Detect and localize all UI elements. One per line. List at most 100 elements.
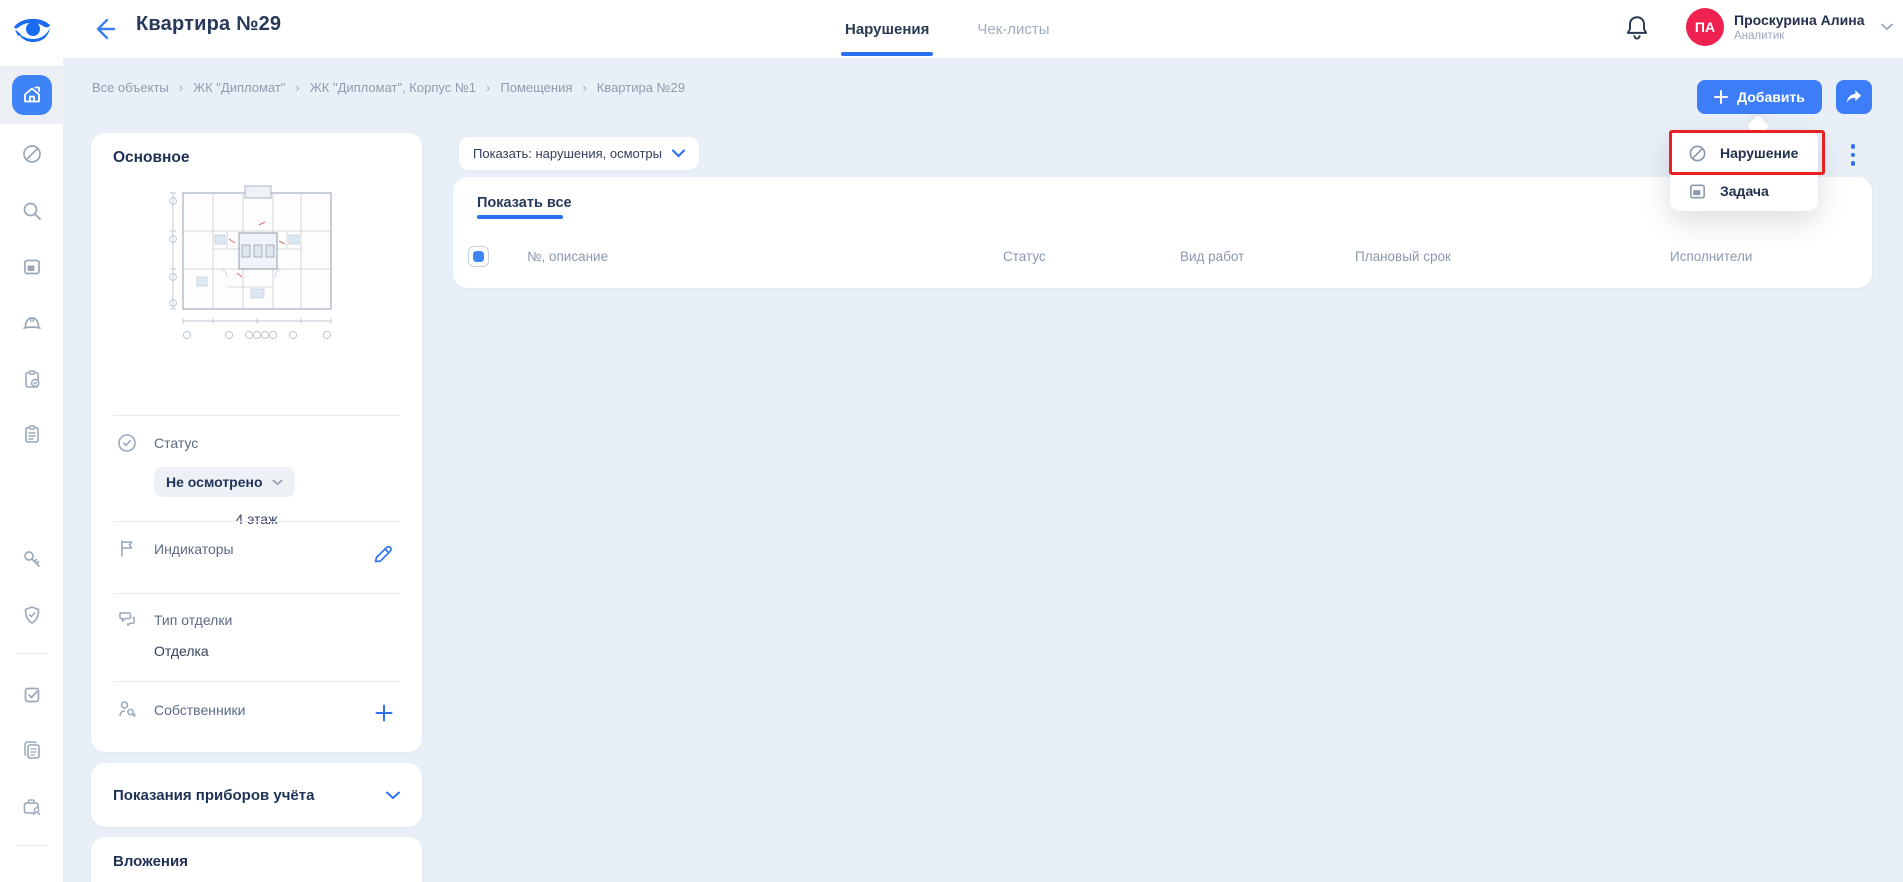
sidebar-item-analytics[interactable]: [0, 876, 64, 882]
key-icon: [21, 548, 43, 570]
slash-circle-icon: [21, 143, 43, 165]
add-button[interactable]: Добавить: [1697, 80, 1822, 114]
user-menu[interactable]: ПА Проскурина Алина Аналитик: [1686, 8, 1893, 46]
status-select[interactable]: Не осмотрено: [154, 467, 295, 497]
sidebar-item-access[interactable]: [0, 539, 64, 579]
status-label: Статус: [154, 435, 198, 451]
sidebar-item-contractors[interactable]: [0, 787, 64, 827]
breadcrumb: Все объекты › ЖК "Дипломат" › ЖК "Диплом…: [92, 80, 685, 95]
flag-icon: [117, 538, 137, 558]
breadcrumb-premises[interactable]: Помещения: [500, 80, 572, 95]
eye-logo-icon[interactable]: [10, 12, 54, 44]
chevron-down-icon: [272, 479, 283, 486]
chevron-down-icon: [672, 149, 685, 158]
show-filter-dropdown[interactable]: Показать: нарушения, осмотры: [459, 137, 699, 170]
menu-item-task[interactable]: Задача: [1670, 171, 1818, 211]
chevron-down-icon: [1881, 23, 1893, 31]
top-header: Квартира №29 Нарушения Чек-листы ПА Прос…: [0, 0, 1903, 58]
clipboard-list-icon: [21, 423, 43, 445]
sidebar-item-approvals[interactable]: [0, 675, 64, 715]
clipboard-check-icon: [21, 368, 43, 390]
app-window: Квартира №29 Нарушения Чек-листы ПА Прос…: [0, 0, 1903, 882]
hardhat-icon: [21, 312, 43, 334]
edit-pencil-icon[interactable]: [372, 543, 394, 565]
select-all-checkbox[interactable]: [468, 246, 489, 267]
breadcrumb-separator: ›: [179, 80, 183, 95]
chevron-down-icon: [386, 791, 400, 800]
sidebar-nav: [0, 58, 64, 882]
share-arrow-icon: [1845, 89, 1863, 105]
sidebar-item-acts[interactable]: [0, 414, 64, 454]
avatar: ПА: [1686, 8, 1724, 46]
breadcrumb-separator: ›: [295, 80, 299, 95]
owners-label: Собственники: [154, 702, 245, 718]
sidebar-item-construction[interactable]: [0, 303, 64, 343]
tab-show-all[interactable]: Показать все: [477, 195, 572, 211]
column-header-work-type: Вид работ: [1180, 249, 1244, 264]
info-section-title: Основное: [113, 149, 190, 167]
breadcrumb-complex[interactable]: ЖК "Дипломат": [193, 80, 285, 95]
column-header-due-date: Плановый срок: [1355, 249, 1451, 264]
floor-plan-image[interactable]: [167, 177, 347, 345]
briefcase-user-icon: [21, 796, 43, 818]
breadcrumb-all-objects[interactable]: Все объекты: [92, 80, 169, 95]
floor-caption: 4 этаж: [91, 511, 422, 527]
task-card-icon: [1688, 182, 1707, 201]
column-header-status: Статус: [1003, 249, 1046, 264]
sidebar-divider: [16, 845, 48, 846]
user-name: Проскурина Алина: [1734, 12, 1865, 29]
sidebar-divider: [16, 653, 48, 654]
user-role: Аналитик: [1734, 29, 1865, 43]
add-owner-plus-icon[interactable]: [374, 703, 394, 723]
card-icon: [21, 256, 43, 278]
meters-title: Показания приборов учёта: [113, 787, 314, 804]
check-square-icon: [21, 684, 43, 706]
column-header-description: №, описание: [527, 249, 608, 264]
breadcrumb-separator: ›: [582, 80, 586, 95]
divider: [113, 681, 400, 682]
breadcrumb-building[interactable]: ЖК "Дипломат", Корпус №1: [310, 80, 476, 95]
finish-type-label: Тип отделки: [154, 612, 232, 628]
owner-key-icon: [117, 699, 137, 719]
meters-card[interactable]: Показания приборов учёта: [91, 763, 422, 827]
divider: [113, 593, 400, 594]
tab-checklists[interactable]: Чек-листы: [977, 0, 1049, 58]
sidebar-item-home[interactable]: [0, 75, 64, 115]
header-tabs: Нарушения Чек-листы: [845, 0, 1050, 58]
copy-pages-icon: [21, 739, 43, 761]
breadcrumb-separator: ›: [486, 80, 490, 95]
sidebar-item-violations[interactable]: [0, 134, 64, 174]
divider: [113, 415, 400, 416]
breadcrumb-current: Квартира №29: [597, 80, 685, 95]
tab-violations[interactable]: Нарушения: [845, 0, 929, 58]
add-dropdown-menu: Нарушение Задача: [1670, 131, 1818, 211]
bell-icon[interactable]: [1624, 14, 1650, 42]
sidebar-item-inspections[interactable]: [0, 191, 64, 231]
kebab-menu-icon[interactable]: [1845, 140, 1861, 170]
apartment-info-panel: Основное: [91, 133, 422, 752]
sidebar-item-documents[interactable]: [0, 730, 64, 770]
active-tab-underline: [477, 215, 563, 219]
tags-icon: [117, 609, 137, 629]
sidebar-item-warranty[interactable]: [0, 595, 64, 635]
home-icon: [12, 75, 52, 115]
plus-icon: [1714, 90, 1728, 104]
search-icon: [21, 200, 43, 222]
slash-circle-icon: [1688, 144, 1707, 163]
violations-table-card: Показать все №, описание Статус Вид рабо…: [453, 177, 1872, 288]
active-tab-underline: [841, 52, 933, 56]
sidebar-item-tasks[interactable]: [0, 247, 64, 287]
attachments-card[interactable]: Вложения: [91, 837, 422, 882]
shield-check-icon: [21, 604, 43, 626]
share-button[interactable]: [1836, 80, 1872, 114]
column-header-assignees: Исполнители: [1670, 249, 1752, 264]
divider: [113, 521, 400, 522]
page-title: Квартира №29: [136, 13, 281, 36]
attachments-title: Вложения: [113, 853, 188, 870]
indicators-label: Индикаторы: [154, 541, 234, 557]
status-check-circle-icon: [117, 433, 137, 453]
finish-type-value: Отделка: [154, 643, 209, 659]
menu-item-violation[interactable]: Нарушение: [1670, 133, 1818, 173]
sidebar-item-checklists[interactable]: [0, 359, 64, 399]
back-arrow-icon[interactable]: [90, 16, 116, 42]
